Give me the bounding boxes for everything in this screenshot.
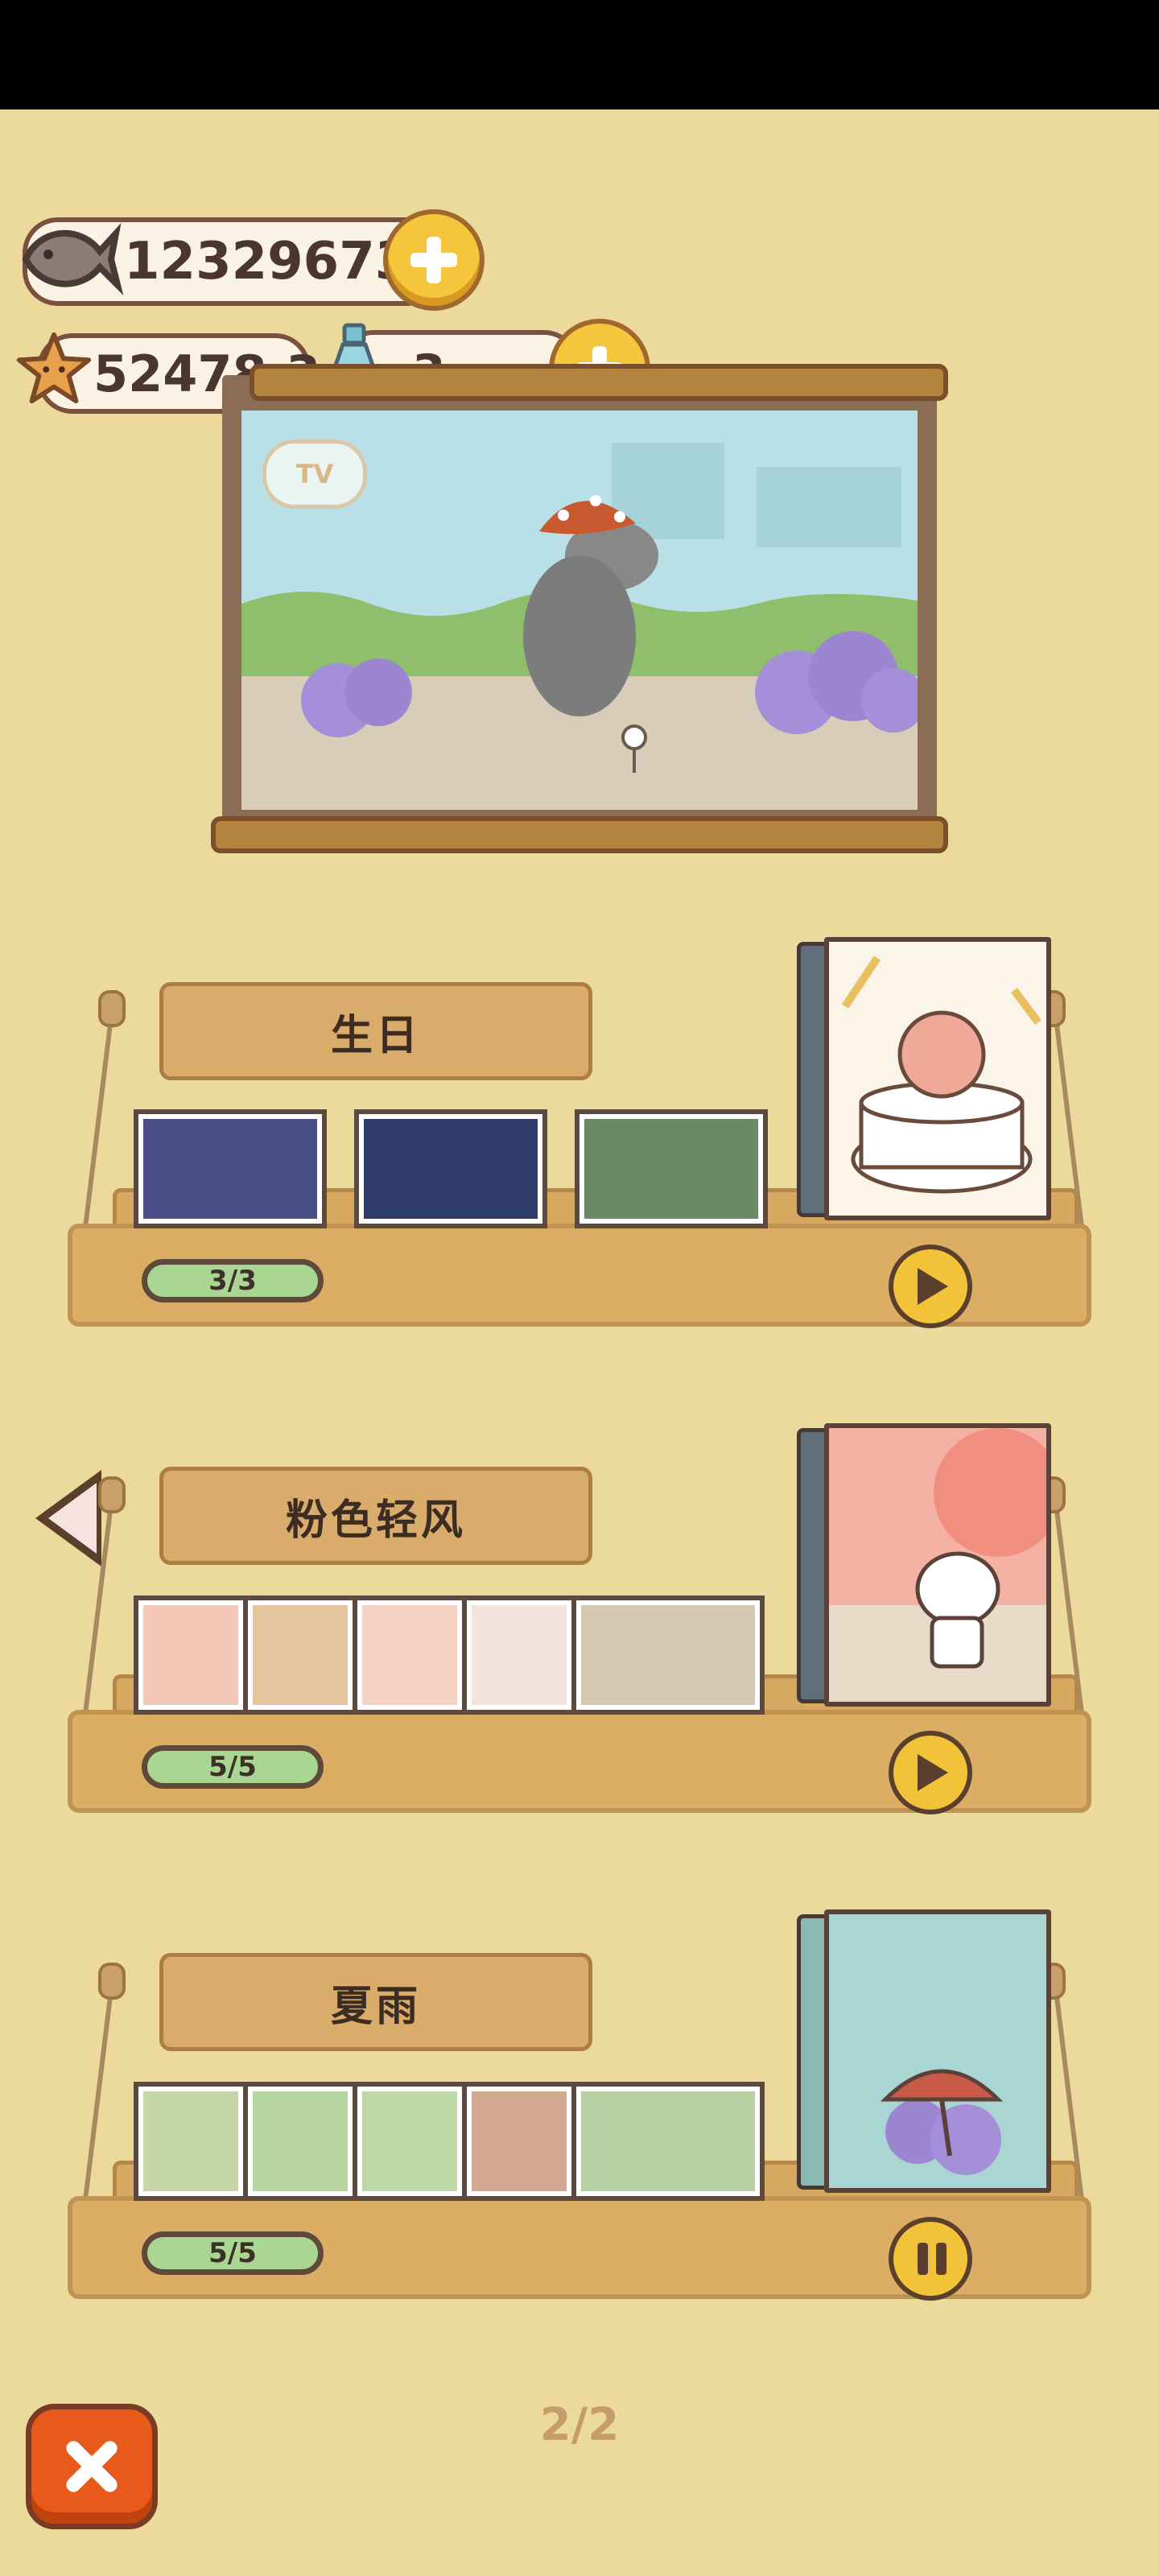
album-cover-book[interactable] xyxy=(797,937,1051,1220)
album-progress-text: 3/3 xyxy=(208,1265,257,1297)
tv-logo: TV xyxy=(262,440,367,509)
pause-icon-bar xyxy=(936,2243,947,2275)
book-cover xyxy=(824,1909,1051,2193)
album-cover-book[interactable] xyxy=(797,1423,1051,1707)
album-title-sign: 夏雨 xyxy=(159,1953,592,2051)
play-button[interactable] xyxy=(889,1731,972,1814)
thumbnail[interactable] xyxy=(353,1596,467,1715)
fish-icon xyxy=(22,222,124,296)
tv-logo-text: TV xyxy=(295,459,334,489)
album-progress-text: 5/5 xyxy=(208,1751,257,1783)
shelf-knob xyxy=(98,1476,126,1513)
album-cover-book[interactable] xyxy=(797,1909,1051,2193)
tv-top-bar xyxy=(250,364,948,401)
album-title-sign: 生日 xyxy=(159,982,592,1080)
album-title-sign: 粉色轻风 xyxy=(159,1467,592,1565)
shelf-knob xyxy=(98,990,126,1027)
book-cover xyxy=(824,1423,1051,1707)
fish-count: 12329673 xyxy=(124,232,411,291)
album-thumbnails xyxy=(134,2082,765,2201)
play-button[interactable] xyxy=(889,1245,972,1328)
close-button[interactable] xyxy=(26,2404,158,2529)
album-progress: 5/5 xyxy=(142,1745,324,1789)
tv-bottom-bar xyxy=(211,816,948,853)
back-arrow-fill xyxy=(48,1483,97,1554)
add-fish-button[interactable] xyxy=(383,209,485,311)
cover-art xyxy=(829,1428,1046,1702)
cover-art xyxy=(829,942,1046,1216)
play-icon xyxy=(918,1268,948,1305)
play-icon xyxy=(918,1754,948,1791)
album-progress: 5/5 xyxy=(142,2231,324,2275)
book-cover xyxy=(824,937,1051,1220)
thumbnail[interactable] xyxy=(571,1596,765,1715)
album-thumbnails xyxy=(134,1109,768,1228)
thumbnail[interactable] xyxy=(134,1596,248,1715)
album-progress-text: 5/5 xyxy=(208,2237,257,2269)
pause-button[interactable] xyxy=(889,2217,972,2301)
cover-art xyxy=(829,1914,1046,2188)
star-icon xyxy=(16,332,92,404)
thumbnail[interactable] xyxy=(575,1109,768,1228)
thumbnail[interactable] xyxy=(462,2082,576,2201)
album-title: 夏雨 xyxy=(330,1982,421,2031)
status-bar xyxy=(0,0,1159,109)
album-title: 生日 xyxy=(330,1011,421,1060)
thumbnail[interactable] xyxy=(134,1109,327,1228)
album-thumbnails xyxy=(134,1596,765,1715)
shelf-knob xyxy=(98,1963,126,2000)
thumbnail[interactable] xyxy=(353,2082,467,2201)
thumbnail[interactable] xyxy=(134,2082,248,2201)
thumbnail[interactable] xyxy=(243,1596,357,1715)
thumbnail[interactable] xyxy=(354,1109,547,1228)
album-title: 粉色轻风 xyxy=(285,1496,466,1545)
thumbnail[interactable] xyxy=(571,2082,765,2201)
thumbnail[interactable] xyxy=(243,2082,357,2201)
album-progress: 3/3 xyxy=(142,1259,324,1302)
thumbnail[interactable] xyxy=(462,1596,576,1715)
page-indicator: 2/2 xyxy=(539,2399,620,2451)
pause-icon xyxy=(918,2243,928,2275)
